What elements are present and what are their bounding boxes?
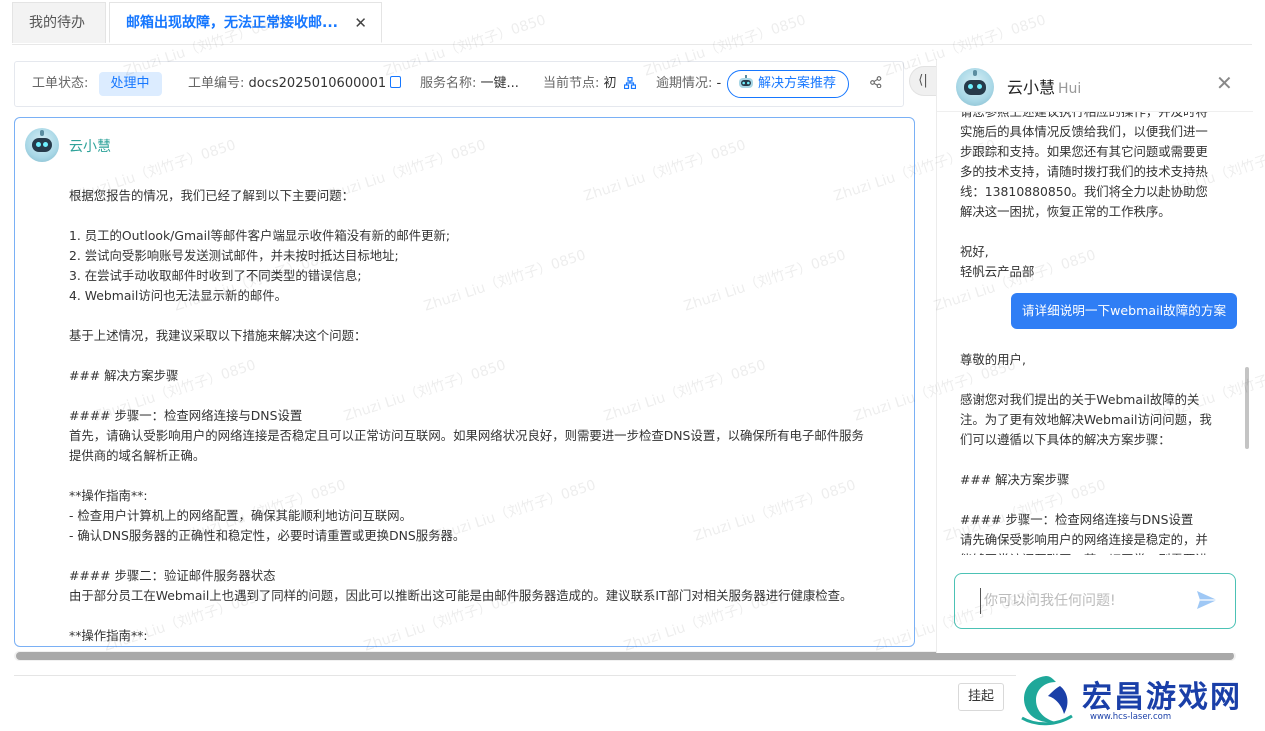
message-line: 4. Webmail访问也无法显示新的邮件。	[69, 288, 288, 303]
ticket-info-bar: 工单状态: 处理中 工单编号: docs2025010600001 服务名称: …	[14, 61, 904, 107]
copy-icon[interactable]	[390, 76, 402, 88]
message-line: 提供商的域名解析正确。	[69, 448, 206, 463]
message-line: 感谢您对我们提出的关于Webmail故障的关	[960, 392, 1200, 407]
message-line: 多的技术支持，请随时拨打我们的技术支持热	[960, 164, 1208, 179]
main-chat-panel: 云小慧 根据您报告的情况，我们已经了解到以下主要问题： 1. 员工的Outlook…	[14, 117, 915, 647]
assistant-side-panel: 云小慧Hui ✕ 请您参照上述建议执行相应的操作，并及时将实施后的具体情况反馈给…	[936, 59, 1253, 653]
message-line	[69, 466, 889, 486]
message-line: 线：13810880850。我们将全力以赴协助您	[960, 184, 1208, 199]
message-line: 能够正常访问互联网。若一切正常，则需要进	[960, 550, 1218, 555]
message-line: ### 解决方案步骤	[69, 368, 179, 383]
user-message: 请详细说明一下webmail故障的方案	[1011, 293, 1237, 329]
message-line: 步跟踪和支持。如果您还有其它问题或需要更	[960, 144, 1208, 159]
robot-icon	[739, 75, 753, 88]
collapse-panel-button[interactable]: ⟨|	[909, 66, 936, 96]
message-line	[69, 546, 889, 566]
overdue-value: -	[716, 76, 722, 91]
current-node-value: 初	[603, 76, 617, 91]
close-icon[interactable]: ✕	[354, 3, 367, 44]
overdue-status: 逾期情况: -	[656, 62, 721, 106]
message-line: 们可以遵循以下具体的解决方案步骤：	[960, 432, 1171, 447]
solution-recommend-button[interactable]: 解决方案推荐	[727, 70, 850, 98]
service-name-value: 一键...	[480, 76, 519, 91]
message-line: 注。为了更有效地解决Webmail访问问题，我	[960, 412, 1212, 427]
message-line	[69, 206, 889, 226]
message-line	[69, 386, 889, 406]
message-line: ### 解决方案步骤	[960, 472, 1070, 487]
tab-bar: 我的待办 邮箱出现故障，无法正常接收邮... ✕	[12, 2, 1252, 45]
assistant-name: 云小慧	[1007, 78, 1056, 97]
chat-input-box[interactable]	[954, 573, 1236, 629]
logo-text: 宏昌游戏网	[1082, 680, 1242, 715]
message-line	[960, 490, 1218, 510]
message-line: 祝好,	[960, 244, 989, 259]
tab-ticket[interactable]: 邮箱出现故障，无法正常接收邮... ✕	[109, 2, 382, 43]
overdue-label: 逾期情况:	[656, 76, 713, 91]
message-line	[960, 222, 1218, 242]
message-line: 1. 员工的Outlook/Gmail等邮件客户端显示收件箱没有新的邮件更新;	[69, 228, 451, 243]
vertical-scrollbar[interactable]	[1245, 367, 1249, 449]
message-line: 解决这一困扰，恢复正常的工作秩序。	[960, 204, 1171, 219]
bot-message: 尊敬的用户, 感谢您对我们提出的关于Webmail故障的关 注。为了更有效地解决We…	[960, 350, 1218, 555]
status-badge: 处理中	[98, 72, 162, 96]
message-line: 尊敬的用户,	[960, 352, 1026, 367]
ticket-number-value: docs2025010600001	[248, 76, 387, 91]
message-line	[69, 346, 889, 366]
current-node: 当前节点: 初	[543, 62, 636, 106]
bot-message: 请您参照上述建议执行相应的操作，并及时将实施后的具体情况反馈给我们，以便我们进一…	[960, 112, 1218, 282]
side-chat-history[interactable]: 请您参照上述建议执行相应的操作，并及时将实施后的具体情况反馈给我们，以便我们进一…	[937, 112, 1253, 555]
assistant-name-en: Hui	[1058, 81, 1082, 97]
bot-name: 云小慧	[69, 139, 111, 155]
service-name: 服务名称: 一键...	[420, 62, 519, 106]
tab-my-todos[interactable]: 我的待办	[12, 2, 106, 43]
message-line: 由于部分员工在Webmail上也遇到了同样的问题，因此可以推断出这可能是由邮件服…	[69, 588, 853, 603]
tab-label: 邮箱出现故障，无法正常接收邮...	[126, 15, 338, 31]
bot-avatar	[25, 128, 59, 162]
message-line: 请先确保受影响用户的网络连接是稳定的，并	[960, 532, 1208, 547]
ticket-number: 工单编号: docs2025010600001	[188, 62, 402, 106]
message-line	[69, 306, 889, 326]
message-line: #### 步骤一：检查网络连接与DNS设置	[69, 408, 303, 423]
message-line: #### 步骤一：检查网络连接与DNS设置	[960, 512, 1194, 527]
bot-message: 根据您报告的情况，我们已经了解到以下主要问题： 1. 员工的Outlook/Gma…	[69, 186, 889, 646]
close-icon[interactable]: ✕	[1216, 71, 1233, 95]
footer-divider	[14, 675, 1016, 676]
message-line	[960, 370, 1218, 390]
message-line: **操作指南**:	[69, 488, 148, 503]
side-panel-header: 云小慧 Hui ✕	[937, 59, 1253, 112]
message-line: #### 步骤二：验证邮件服务器状态	[69, 568, 276, 583]
side-panel-title: 云小慧 Hui	[1007, 74, 1081, 98]
message-line: 根据您报告的情况，我们已经了解到以下主要问题：	[69, 188, 354, 203]
ticket-number-label: 工单编号:	[188, 76, 245, 91]
recommend-button-label: 解决方案推荐	[758, 76, 837, 91]
logo-url: www.hcs-laser.com	[1090, 712, 1172, 722]
message-line: 实施后的具体情况反馈给我们，以便我们进一	[960, 124, 1208, 139]
message-line: **操作指南**:	[69, 628, 148, 643]
tab-label: 我的待办	[29, 15, 85, 31]
logo-emblem-icon	[1021, 676, 1073, 726]
message-line: 2. 尝试向受影响账号发送测试邮件，并未按时抵达目标地址;	[69, 248, 399, 263]
message-line	[960, 450, 1218, 470]
message-line	[69, 606, 889, 626]
message-line: 3. 在尝试手动收取邮件时收到了不同类型的错误信息;	[69, 268, 362, 283]
message-line: - 检查用户计算机上的网络配置，确保其能顺利地访问互联网。	[69, 508, 412, 523]
status-label: 工单状态:	[32, 76, 89, 91]
message-line: - 确认DNS服务器的正确性和稳定性，必要时请重置或更换DNS服务器。	[69, 528, 466, 543]
bot-avatar	[956, 68, 994, 106]
ticket-status: 工单状态: 处理中	[32, 62, 162, 106]
share-icon[interactable]	[870, 76, 882, 88]
suspend-button[interactable]: 挂起	[958, 683, 1004, 711]
flow-node-icon[interactable]	[623, 77, 636, 89]
service-name-label: 服务名称:	[420, 76, 477, 91]
message-line: 轻帆云产品部	[960, 264, 1035, 279]
scrollbar-thumb[interactable]	[16, 652, 1234, 660]
message-line: 首先，请确认受影响用户的网络连接是否稳定且可以正常访问互联网。如果网络状况良好，…	[69, 428, 864, 443]
current-node-label: 当前节点:	[543, 76, 600, 91]
send-icon[interactable]	[1196, 590, 1218, 610]
site-logo: 宏昌游戏网 www.hcs-laser.com	[1016, 672, 1261, 728]
message-line: 请您参照上述建议执行相应的操作，并及时将	[960, 112, 1218, 122]
chat-input[interactable]	[980, 588, 1186, 614]
message-line: 基于上述情况，我建议采取以下措施来解决这个问题：	[69, 328, 367, 343]
